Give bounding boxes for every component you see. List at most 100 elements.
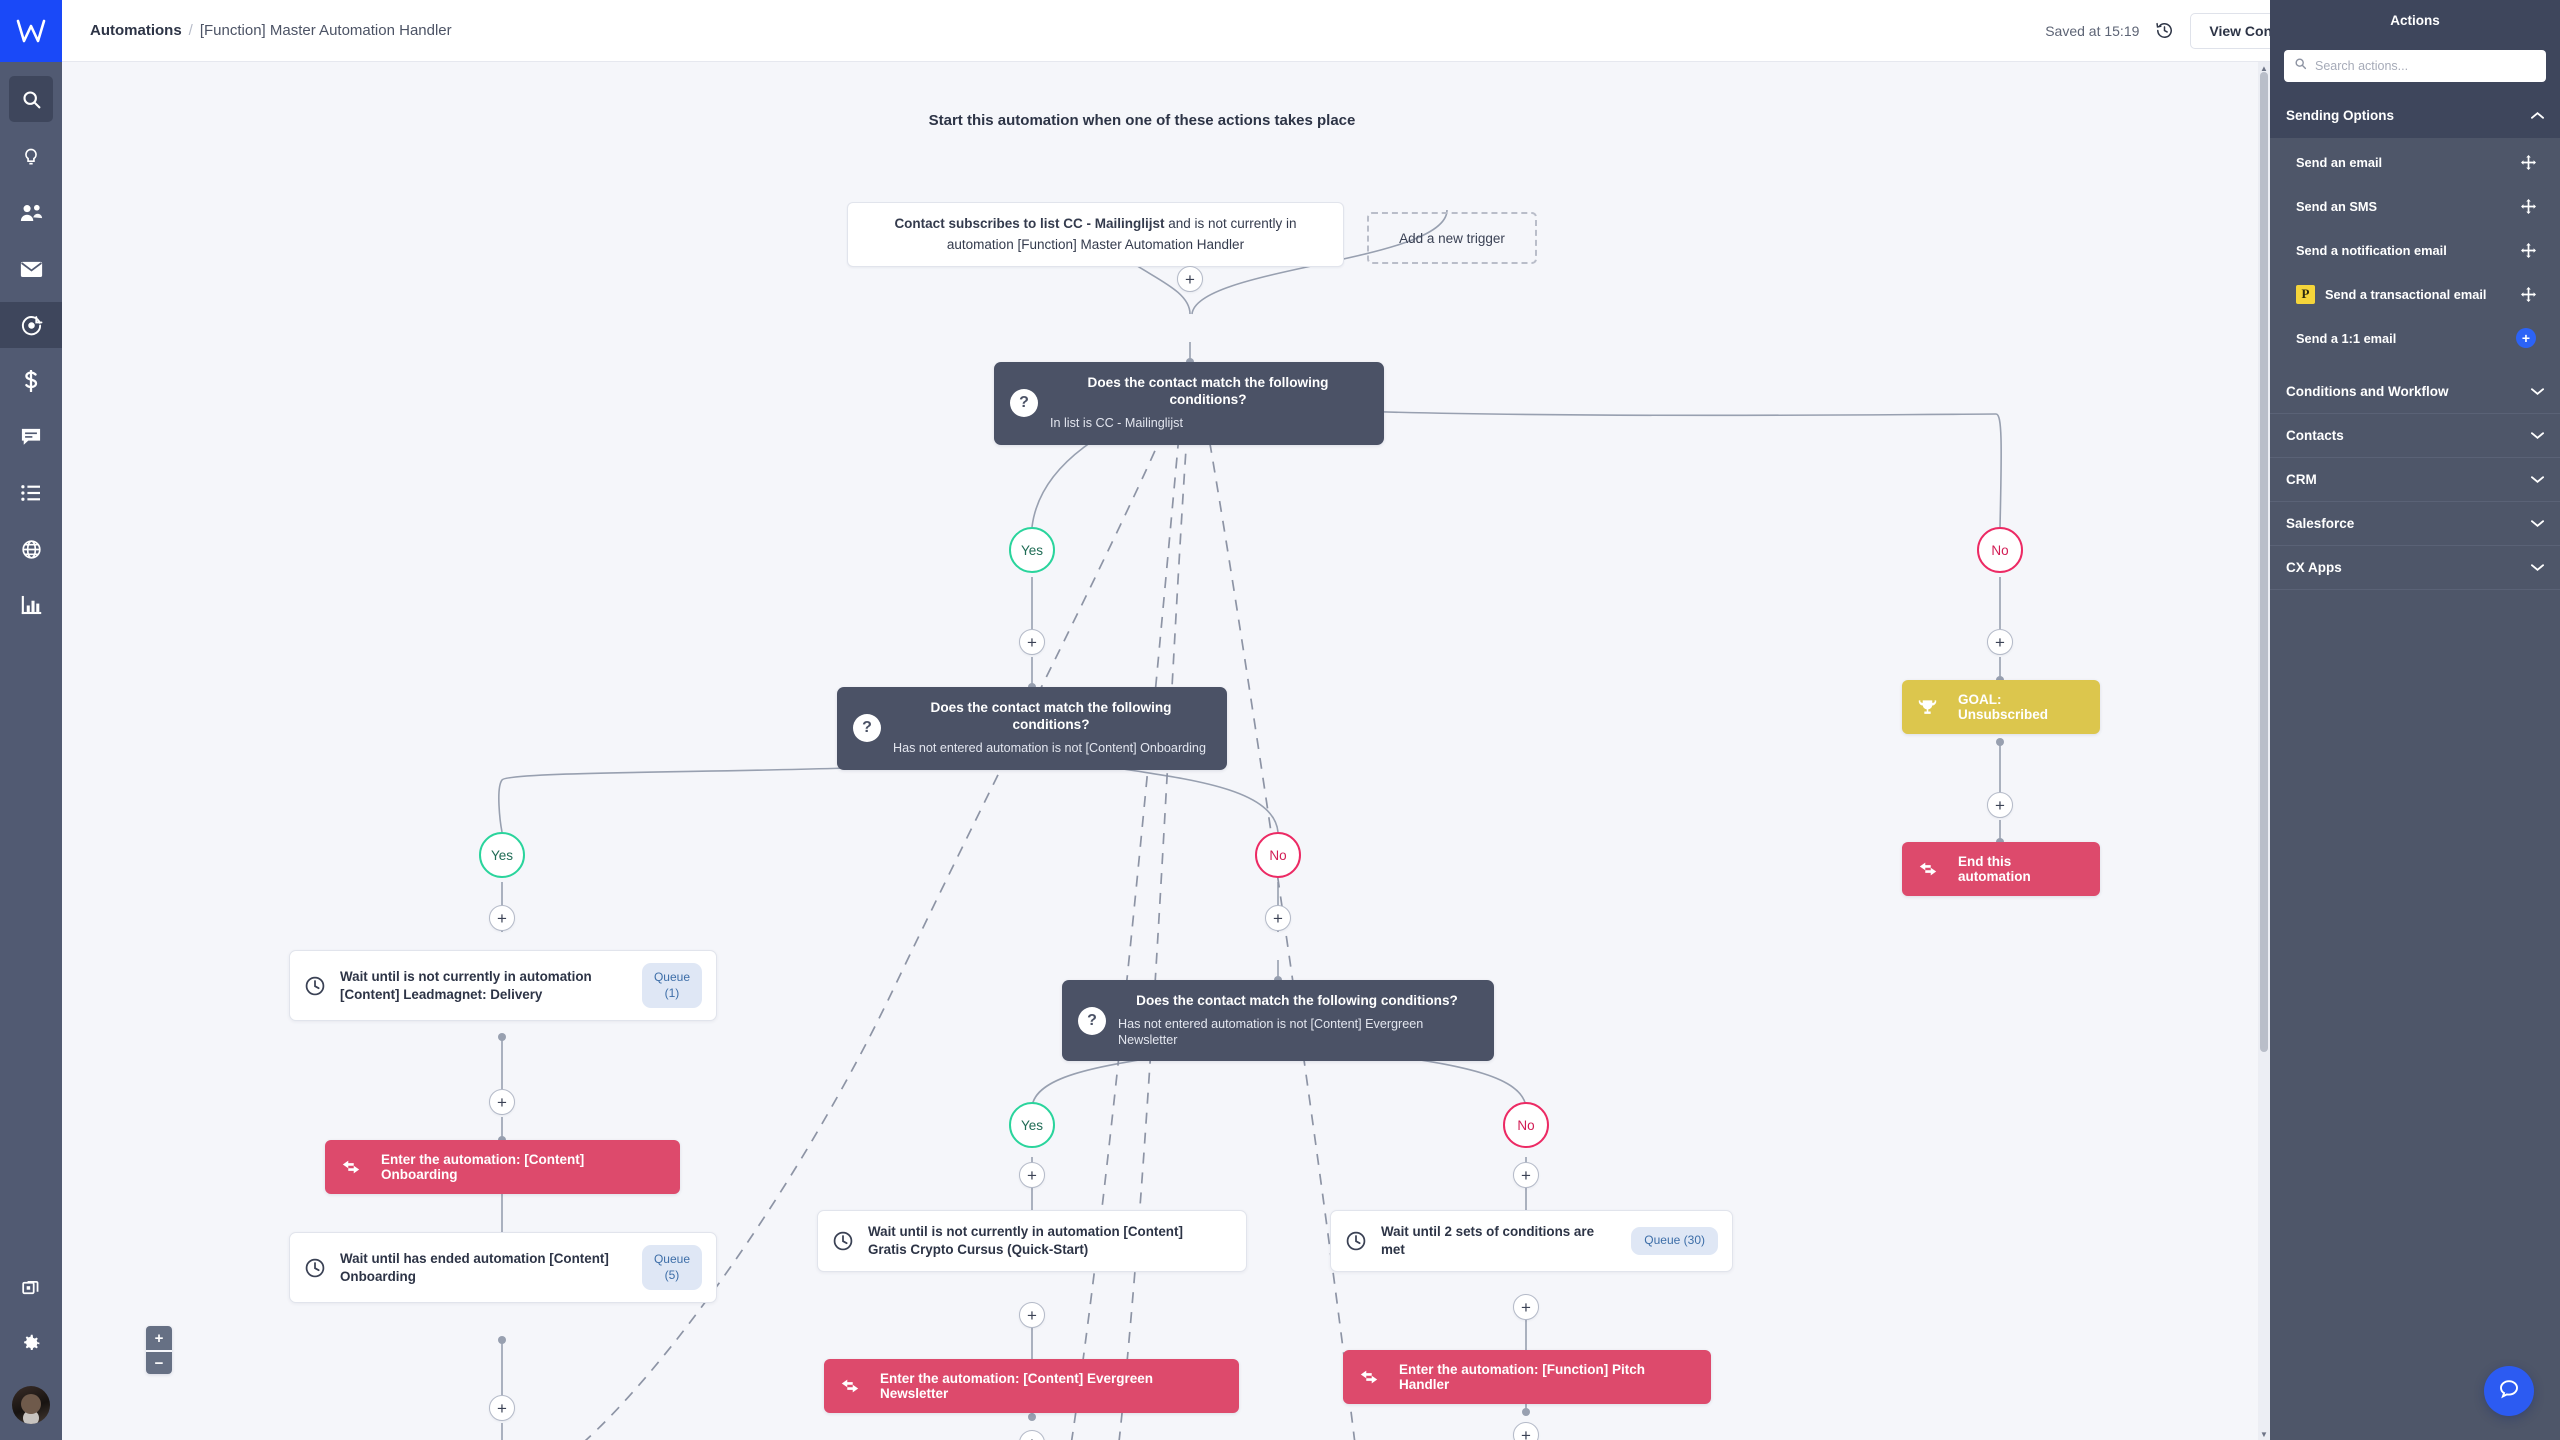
drag-handle-icon[interactable] xyxy=(2521,154,2536,170)
history-icon[interactable] xyxy=(2155,21,2174,40)
zoom-out-button[interactable]: − xyxy=(146,1350,172,1374)
scrollbar-thumb[interactable] xyxy=(2260,72,2268,1052)
sidebar-item-automations[interactable] xyxy=(0,302,62,348)
sidebar-item-email[interactable] xyxy=(0,246,62,292)
add-step-button-hub[interactable]: + xyxy=(1177,266,1203,292)
section-sending-options[interactable]: Sending Options xyxy=(2270,94,2560,138)
wait-node-ended-onboarding[interactable]: Wait until has ended automation [Content… xyxy=(289,1232,717,1304)
drag-handle-icon[interactable] xyxy=(2521,198,2536,214)
scroll-down-arrow[interactable]: ▼ xyxy=(2258,1428,2270,1440)
zoom-in-button[interactable]: + xyxy=(146,1326,172,1350)
wait-node-gratis-crypto-label: Wait until is not currently in automatio… xyxy=(868,1224,1183,1258)
sidebar-item-settings[interactable] xyxy=(0,1320,62,1366)
add-step-button-yes-1[interactable]: + xyxy=(1019,629,1045,655)
add-step-button-mid-1[interactable]: + xyxy=(1019,1302,1045,1328)
wait-node-leadmagnet[interactable]: Wait until is not currently in automatio… xyxy=(289,950,717,1022)
queue-badge-label: Queue (30) xyxy=(1644,1233,1705,1248)
add-step-button-no-1[interactable]: + xyxy=(1987,629,2013,655)
queue-badge-count: (1) xyxy=(664,985,680,1000)
add-step-button-yes-3[interactable]: + xyxy=(1019,1162,1045,1188)
add-step-button-no-2[interactable]: + xyxy=(1265,905,1291,931)
enter-automation-onboarding-node[interactable]: Enter the automation: [Content] Onboardi… xyxy=(325,1140,680,1194)
breadcrumb-current: [Function] Master Automation Handler xyxy=(199,22,452,39)
search-actions-input[interactable] xyxy=(2315,59,2536,73)
action-send-a-1-1-email[interactable]: Send a 1:1 email + xyxy=(2284,318,2546,358)
section-salesforce[interactable]: Salesforce xyxy=(2270,502,2560,546)
enter-automation-evergreen-node[interactable]: Enter the automation: [Content] Evergree… xyxy=(824,1359,1239,1413)
queue-badge[interactable]: Queue (5) xyxy=(641,1245,702,1291)
branch-badge-no-1[interactable]: No xyxy=(1977,527,2023,573)
wait-node-gratis-crypto[interactable]: Wait until is not currently in automatio… xyxy=(817,1210,1247,1273)
plus-glyph: + xyxy=(1521,1165,1531,1185)
clock-icon xyxy=(1345,1230,1369,1252)
add-step-button-no-3[interactable]: + xyxy=(1513,1162,1539,1188)
plus-glyph: + xyxy=(1273,908,1283,928)
breadcrumb-automations[interactable]: Automations xyxy=(90,22,182,39)
sidebar-item-lightbulb[interactable] xyxy=(0,134,62,180)
left-navigation xyxy=(0,0,62,1440)
sidebar-item-contacts[interactable] xyxy=(0,190,62,236)
no-label: No xyxy=(1269,847,1287,863)
wait-node-2-sets-label: Wait until 2 sets of conditions are met xyxy=(1381,1224,1595,1258)
add-trigger-button[interactable]: Add a new trigger xyxy=(1367,212,1537,264)
add-step-button-left-3[interactable]: + xyxy=(489,1395,515,1421)
section-conditions-and-workflow[interactable]: Conditions and Workflow xyxy=(2270,370,2560,414)
add-action-icon[interactable]: + xyxy=(2516,328,2536,348)
canvas-vertical-scrollbar[interactable]: ▲ ▼ xyxy=(2258,62,2270,1440)
saved-status: Saved at 15:19 xyxy=(2045,22,2140,39)
trigger-node[interactable]: Contact subscribes to list CC - Mailingl… xyxy=(847,202,1344,267)
sidebar-item-conversations[interactable] xyxy=(0,414,62,460)
enter-automation-evergreen-label: Enter the automation: [Content] Evergree… xyxy=(880,1371,1154,1401)
automation-arrows-icon xyxy=(1918,861,1942,877)
add-step-button-left-1[interactable]: + xyxy=(489,1089,515,1115)
wait-node-2-sets[interactable]: Wait until 2 sets of conditions are met … xyxy=(1330,1210,1733,1273)
sidebar-item-apps[interactable] xyxy=(0,1264,62,1310)
trophy-icon xyxy=(1918,698,1942,717)
sidebar-item-website[interactable] xyxy=(0,526,62,572)
breadcrumb-separator: / xyxy=(188,22,193,39)
condition-node-2[interactable]: ? Does the contact match the following c… xyxy=(837,687,1227,770)
search-actions-box[interactable] xyxy=(2284,50,2546,82)
section-contacts[interactable]: Contacts xyxy=(2270,414,2560,458)
plus-glyph: + xyxy=(1995,632,2005,652)
add-step-button-right-1[interactable]: + xyxy=(1513,1294,1539,1320)
branch-badge-yes-1[interactable]: Yes xyxy=(1009,527,1055,573)
action-send-an-sms[interactable]: Send an SMS xyxy=(2284,186,2546,226)
section-crm[interactable]: CRM xyxy=(2270,458,2560,502)
automation-canvas[interactable]: Start this automation when one of these … xyxy=(62,62,2270,1440)
action-send-a-transactional-email[interactable]: P Send a transactional email xyxy=(2284,274,2546,314)
branch-badge-yes-2[interactable]: Yes xyxy=(479,832,525,878)
branch-badge-no-3[interactable]: No xyxy=(1503,1102,1549,1148)
sidebar-item-search[interactable] xyxy=(9,76,53,122)
action-send-an-email[interactable]: Send an email xyxy=(2284,142,2546,182)
add-step-button-after-goal[interactable]: + xyxy=(1987,792,2013,818)
condition-node-1[interactable]: ? Does the contact match the following c… xyxy=(994,362,1384,445)
goal-node[interactable]: GOAL: Unsubscribed xyxy=(1902,680,2100,734)
condition-3-title: Does the contact match the following con… xyxy=(1136,993,1458,1008)
action-send-an-sms-label: Send an SMS xyxy=(2296,198,2378,214)
sidebar-item-deals[interactable] xyxy=(0,358,62,404)
sidebar-item-reports[interactable] xyxy=(0,582,62,628)
condition-node-3[interactable]: ? Does the contact match the following c… xyxy=(1062,980,1494,1062)
branch-badge-no-2[interactable]: No xyxy=(1255,832,1301,878)
queue-badge[interactable]: Queue (30) xyxy=(1631,1227,1718,1255)
queue-badge[interactable]: Queue (1) xyxy=(641,963,702,1009)
drag-handle-icon[interactable] xyxy=(2521,242,2536,258)
canvas-title: Start this automation when one of these … xyxy=(928,112,1356,129)
action-send-a-notification-email[interactable]: Send a notification email xyxy=(2284,230,2546,270)
automation-arrows-icon xyxy=(341,1159,365,1175)
help-chat-button[interactable] xyxy=(2484,1366,2534,1416)
sending-options-items: Send an email Send an SMS Send a notific… xyxy=(2270,138,2560,370)
branch-badge-yes-3[interactable]: Yes xyxy=(1009,1102,1055,1148)
sidebar-item-lists[interactable] xyxy=(0,470,62,516)
section-cx-apps[interactable]: CX Apps xyxy=(2270,546,2560,590)
enter-automation-pitch-node[interactable]: Enter the automation: [Function] Pitch H… xyxy=(1343,1350,1711,1404)
add-step-button-yes-2[interactable]: + xyxy=(489,905,515,931)
end-automation-node[interactable]: End this automation xyxy=(1902,842,2100,896)
condition-2-title: Does the contact match the following con… xyxy=(930,700,1172,732)
avatar[interactable] xyxy=(12,1386,50,1424)
no-label: No xyxy=(1991,542,2009,558)
drag-handle-icon[interactable] xyxy=(2521,286,2536,302)
automation-arrows-icon xyxy=(1359,1369,1383,1385)
app-logo[interactable] xyxy=(0,0,62,62)
